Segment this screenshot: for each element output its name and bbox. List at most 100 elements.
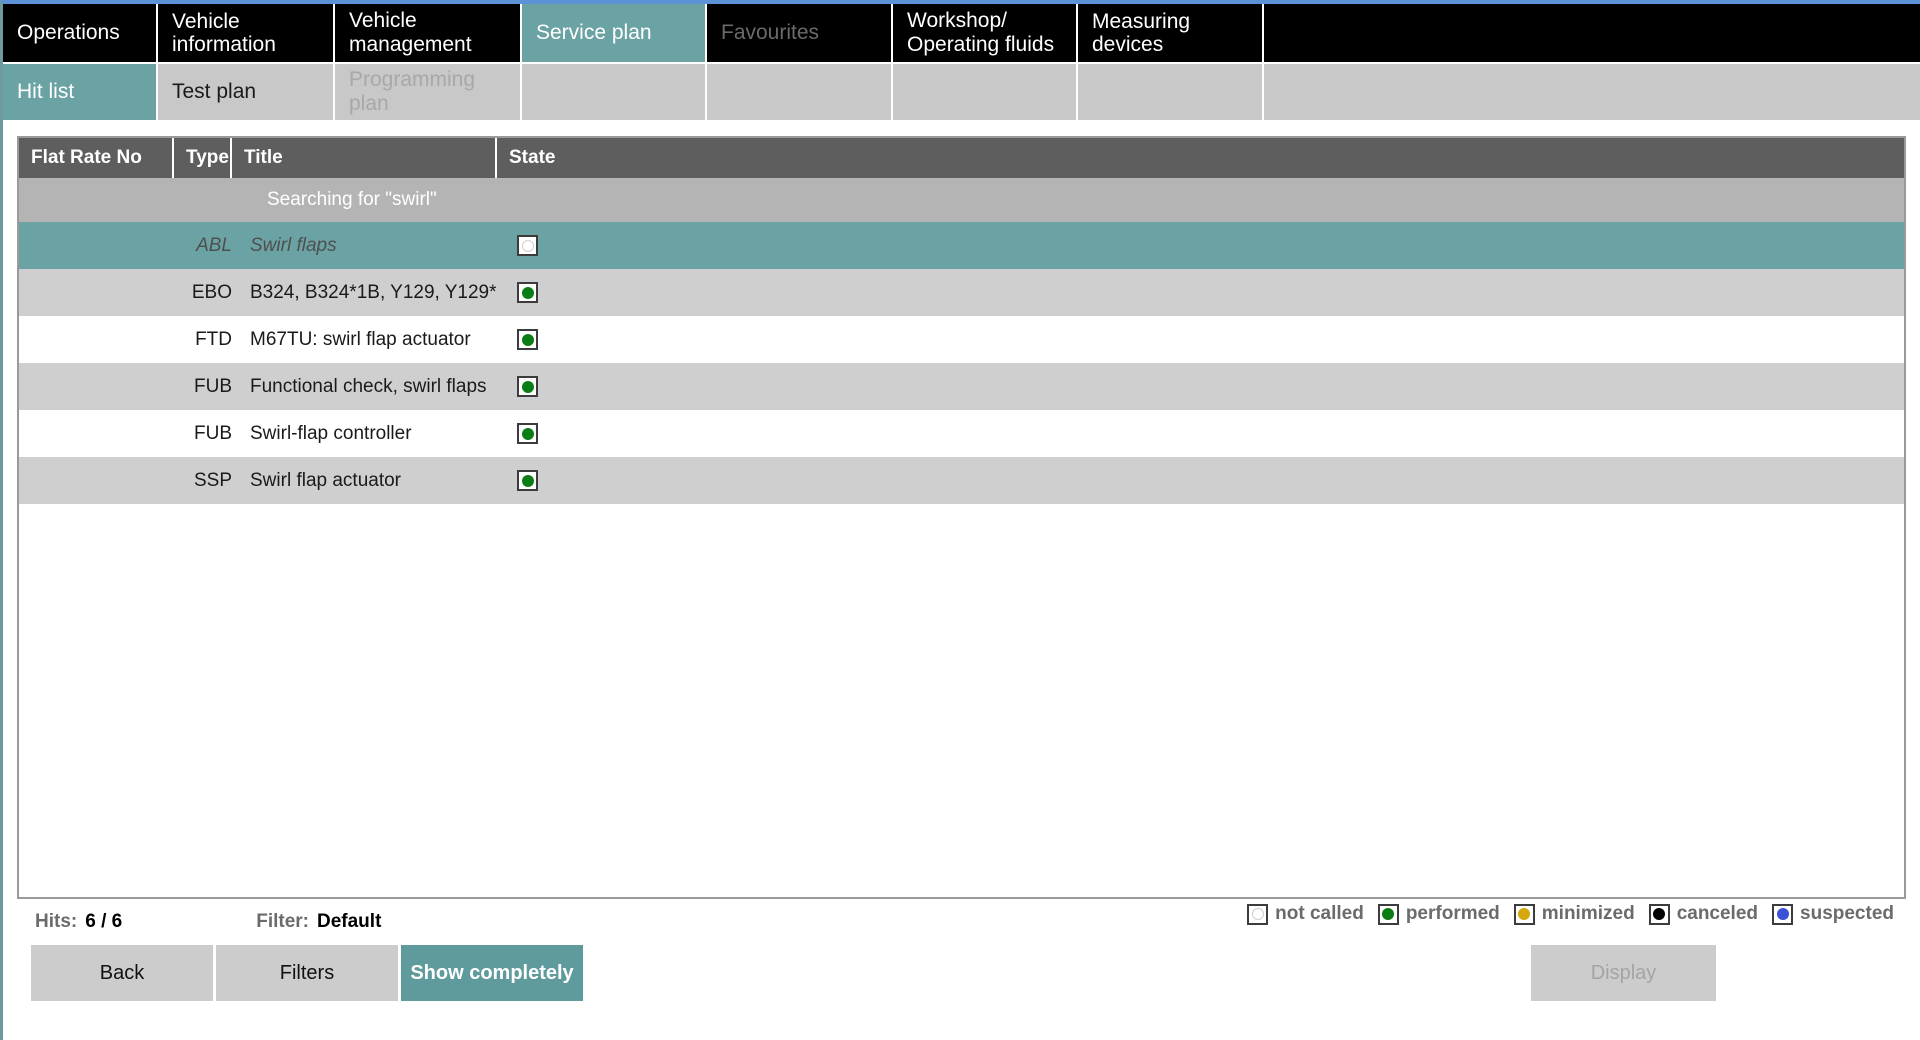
column-header-type[interactable]: Type — [174, 138, 232, 178]
hit-list-table-panel: Flat Rate No Type Title State Searching … — [17, 136, 1906, 899]
sub-tab-test-plan[interactable]: Test plan — [158, 64, 335, 122]
menu-tab-vehicle-management[interactable]: Vehiclemanagement — [335, 4, 522, 62]
state-not-called-icon[interactable] — [517, 235, 538, 256]
legend-item-minimized: minimized — [1514, 903, 1635, 925]
filters-button-label: Filters — [280, 962, 334, 985]
cell-type: EBO — [174, 282, 232, 304]
menu-bar-filler — [1264, 4, 1920, 62]
back-button[interactable]: Back — [31, 945, 216, 1001]
hits-status: Hits: 6 / 6 — [35, 911, 122, 933]
menu-tab-label: Workshop/Operating fluids — [907, 9, 1054, 57]
legend-item-canceled: canceled — [1649, 903, 1758, 925]
cell-state — [497, 423, 1904, 444]
state-minimized-icon — [1514, 904, 1535, 925]
state-performed-icon[interactable] — [517, 282, 538, 303]
sub-tab-programming-plan: Programming plan — [335, 64, 522, 122]
column-header-state[interactable]: State — [497, 138, 1904, 178]
legend-label: performed — [1406, 903, 1500, 925]
sub-tab-empty-3 — [893, 64, 1078, 122]
state-performed-icon[interactable] — [517, 329, 538, 350]
display-button-label: Display — [1591, 962, 1657, 985]
menu-tab-label: Vehiclemanagement — [349, 9, 472, 57]
cell-state — [497, 282, 1904, 303]
cell-title: Swirl-flap controller — [232, 423, 497, 445]
cell-type: FTD — [174, 329, 232, 351]
menu-tab-measuring-devices[interactable]: Measuring devices — [1078, 4, 1264, 62]
menu-tab-label: Operations — [17, 21, 120, 44]
cell-title: M67TU: swirl flap actuator — [232, 329, 497, 351]
cell-title: Functional check, swirl flaps — [232, 376, 497, 398]
sub-tab-label: Test plan — [172, 80, 256, 104]
cell-state — [497, 470, 1904, 491]
legend-label: canceled — [1677, 903, 1758, 925]
table-row[interactable]: FTD M67TU: swirl flap actuator — [19, 316, 1904, 363]
state-performed-icon[interactable] — [517, 470, 538, 491]
column-header-flat-rate-no[interactable]: Flat Rate No — [19, 138, 174, 178]
state-performed-icon — [1378, 904, 1399, 925]
cell-state — [497, 329, 1904, 350]
cell-type: ABL — [174, 235, 232, 257]
display-button: Display — [1531, 945, 1716, 1001]
status-bar: Hits: 6 / 6 Filter: Default not called per… — [17, 899, 1906, 939]
menu-tab-label: Vehicle information — [172, 10, 323, 56]
column-header-label: State — [509, 147, 555, 169]
filters-button[interactable]: Filters — [216, 945, 401, 1001]
sub-tab-label: Programming plan — [349, 68, 510, 116]
application-window: Operations Vehicle information Vehiclema… — [0, 0, 1920, 1040]
state-legend: not called performed minimized canceled … — [1233, 903, 1894, 925]
column-header-label: Flat Rate No — [31, 147, 142, 169]
cell-type: SSP — [174, 470, 232, 492]
legend-label: not called — [1275, 903, 1364, 925]
cell-state — [497, 235, 1904, 256]
state-canceled-icon — [1649, 904, 1670, 925]
state-not-called-icon — [1247, 904, 1268, 925]
cell-title: B324, B324*1B, Y129, Y129*1B — [232, 282, 497, 304]
main-menu-bar: Operations Vehicle information Vehiclema… — [3, 4, 1920, 64]
menu-tab-label: Measuring devices — [1092, 10, 1252, 56]
sub-tab-empty-2 — [707, 64, 893, 122]
filter-label: Filter: — [256, 911, 309, 932]
menu-tab-favourites: Favourites — [707, 4, 893, 62]
menu-tab-label: Favourites — [721, 21, 819, 44]
cell-title: Swirl flaps — [232, 235, 497, 257]
display-button-container: Display — [1531, 945, 1716, 1001]
column-header-title[interactable]: Title — [232, 138, 497, 178]
sub-tab-label: Hit list — [17, 80, 74, 104]
state-performed-icon[interactable] — [517, 423, 538, 444]
sub-tab-bar-filler — [1264, 64, 1920, 122]
legend-item-not-called: not called — [1247, 903, 1364, 925]
legend-item-performed: performed — [1378, 903, 1500, 925]
legend-label: suspected — [1800, 903, 1894, 925]
hits-value: 6 / 6 — [85, 911, 122, 932]
cell-title: Swirl flap actuator — [232, 470, 497, 492]
cell-type: FUB — [174, 423, 232, 445]
search-status-row: Searching for "swirl" — [19, 178, 1904, 222]
state-performed-icon[interactable] — [517, 376, 538, 397]
menu-tab-operations[interactable]: Operations — [3, 4, 158, 62]
back-button-label: Back — [100, 962, 144, 985]
table-row[interactable]: ABL Swirl flaps — [19, 222, 1904, 269]
cell-state — [497, 376, 1904, 397]
sub-tab-empty-1 — [522, 64, 707, 122]
hits-label: Hits: — [35, 911, 77, 932]
legend-item-suspected: suspected — [1772, 903, 1894, 925]
column-header-label: Title — [244, 147, 283, 169]
table-row[interactable]: EBO B324, B324*1B, Y129, Y129*1B — [19, 269, 1904, 316]
menu-tab-workshop-operating-fluids[interactable]: Workshop/Operating fluids — [893, 4, 1078, 62]
content-area: Flat Rate No Type Title State Searching … — [3, 122, 1920, 1040]
filter-value: Default — [317, 911, 381, 932]
sub-tab-hit-list[interactable]: Hit list — [3, 64, 158, 122]
table-row[interactable]: SSP Swirl flap actuator — [19, 457, 1904, 504]
show-completely-button[interactable]: Show completely — [401, 945, 586, 1001]
menu-tab-vehicle-information[interactable]: Vehicle information — [158, 4, 335, 62]
filter-status: Filter: Default — [256, 911, 381, 933]
menu-tab-service-plan[interactable]: Service plan — [522, 4, 707, 62]
legend-label: minimized — [1542, 903, 1635, 925]
table-row[interactable]: FUB Swirl-flap controller — [19, 410, 1904, 457]
table-row[interactable]: FUB Functional check, swirl flaps — [19, 363, 1904, 410]
sub-tab-bar: Hit list Test plan Programming plan — [3, 64, 1920, 122]
table-body: Searching for "swirl" ABL Swirl flaps — [19, 178, 1904, 897]
bottom-button-bar: Back Filters Show completely Display — [31, 945, 1906, 1001]
state-suspected-icon — [1772, 904, 1793, 925]
cell-type: FUB — [174, 376, 232, 398]
